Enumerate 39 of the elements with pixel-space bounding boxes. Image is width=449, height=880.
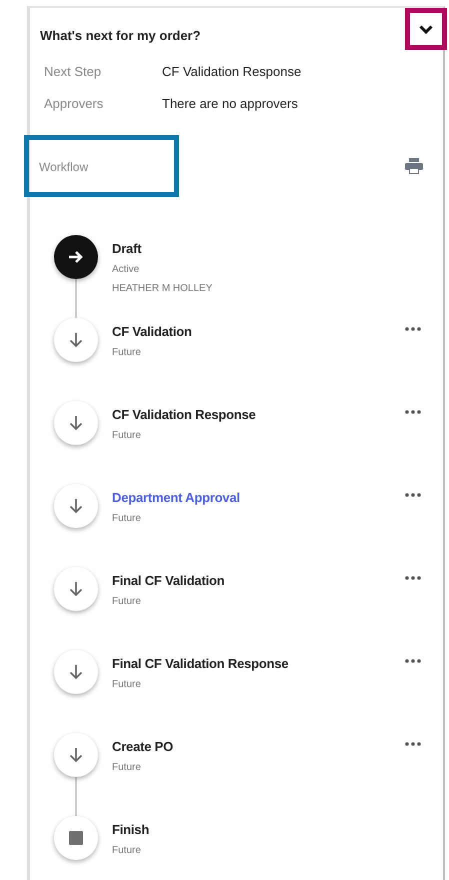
step-title: Create PO: [112, 738, 174, 756]
section-label: Workflow: [39, 160, 88, 174]
step-status: Future: [112, 844, 142, 858]
print-icon[interactable]: [405, 158, 423, 174]
step-title: CF Validation Response: [112, 406, 257, 424]
step-assignee: HEATHER M HOLLEY: [112, 282, 214, 296]
arrow-down-icon: [69, 498, 83, 514]
arrow-right-icon: [68, 250, 84, 264]
step-status: Future: [112, 428, 142, 442]
more-icon: [405, 493, 421, 497]
field-value: There are no approvers: [162, 94, 298, 113]
step-status: Future: [112, 678, 142, 692]
step-title: Draft: [112, 240, 142, 258]
step-status: Future: [112, 512, 142, 526]
step-status: Future: [112, 346, 142, 360]
section-title: What's next for my order?: [40, 27, 201, 46]
more-icon: [405, 659, 421, 663]
stop-icon: [69, 831, 83, 845]
step-title: Finish: [112, 821, 150, 839]
field-label: Approvers: [44, 94, 104, 113]
arrow-down-icon: [69, 415, 83, 431]
field-value: CF Validation Response: [162, 63, 302, 81]
arrow-down-icon: [69, 747, 83, 763]
step-status: Future: [112, 594, 142, 608]
more-icon: [405, 742, 421, 746]
arrow-down-icon: [69, 664, 83, 680]
chevron-down-icon: [419, 24, 433, 34]
more-icon: [405, 327, 421, 331]
step-status: Active: [112, 262, 140, 276]
more-icon: [405, 576, 421, 580]
step-link[interactable]: Department Approval: [112, 488, 401, 508]
more-icon: [405, 410, 421, 414]
field-label: Next Step: [44, 63, 102, 81]
arrow-down-icon: [69, 332, 83, 348]
step-title: CF Validation: [112, 323, 193, 341]
step-title: Final CF Validation: [112, 572, 226, 590]
step-status: Future: [112, 760, 142, 774]
step-title: Final CF Validation Response: [112, 655, 290, 673]
arrow-down-icon: [69, 581, 83, 597]
